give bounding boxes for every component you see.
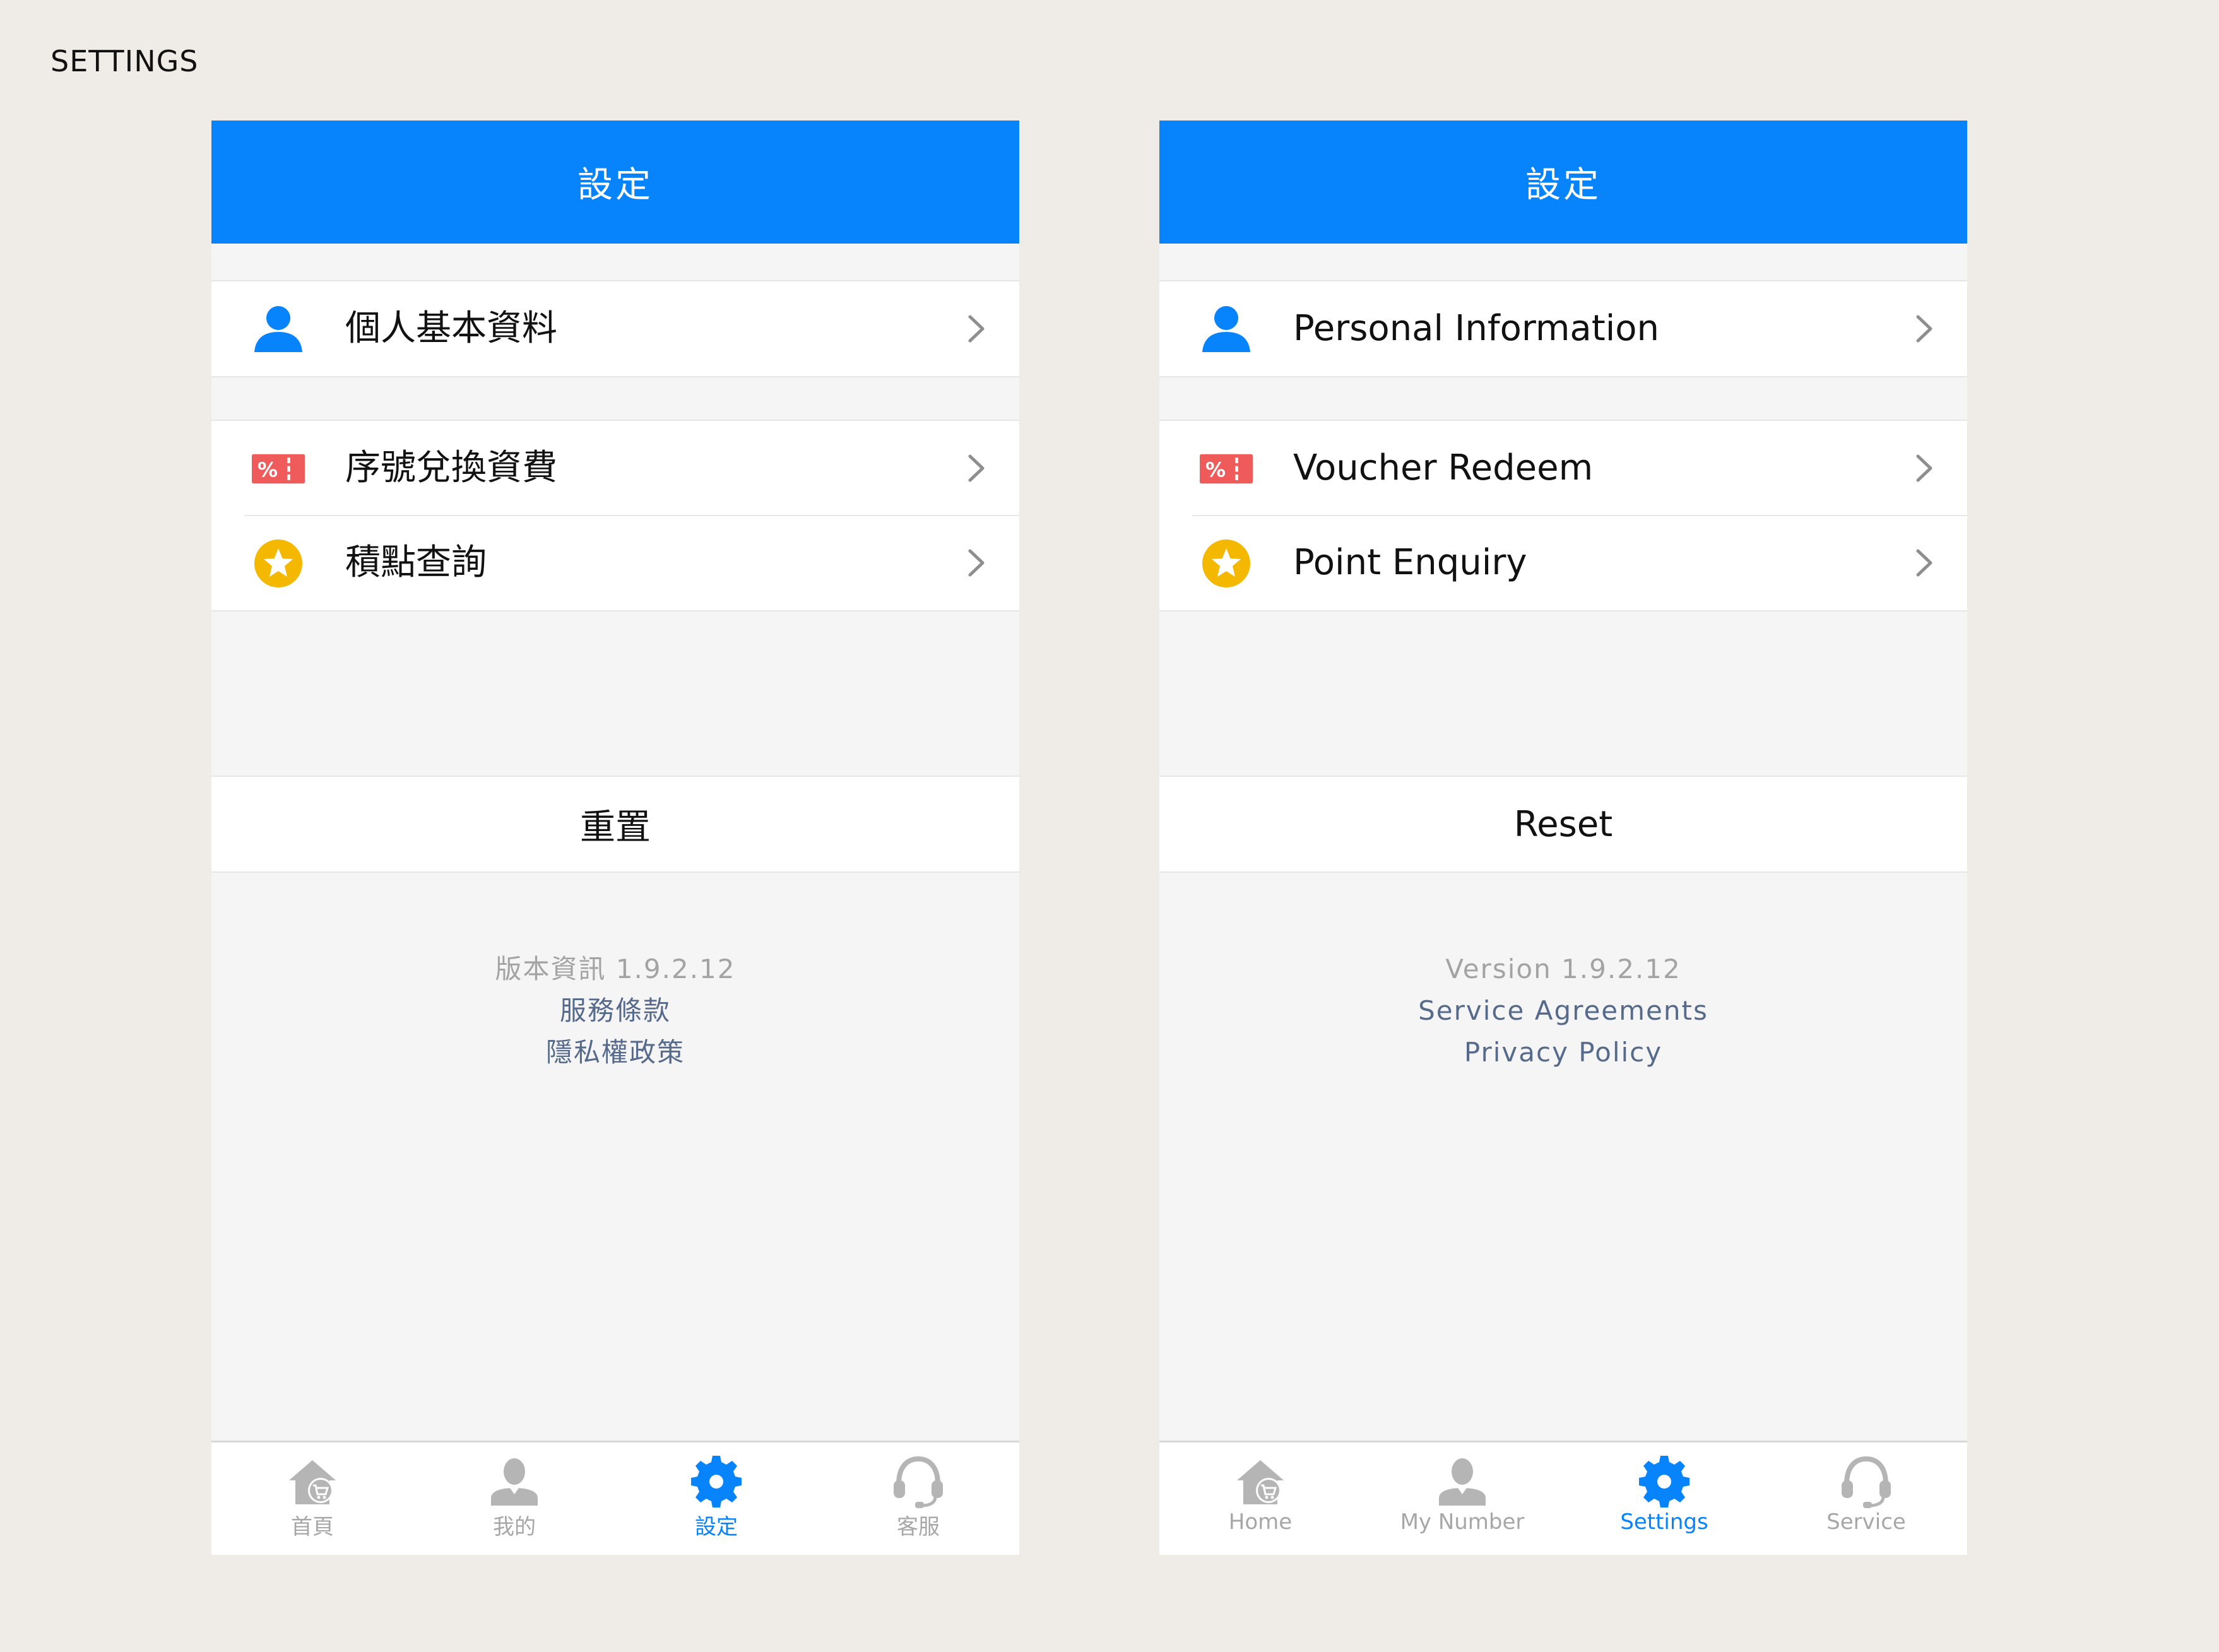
tab-my-number[interactable]: 我的 (413, 1443, 615, 1555)
version-text: 版本資訊 1.9.2.12 (495, 953, 736, 984)
voucher-icon: % (252, 444, 305, 494)
page-label: SETTINGS (50, 44, 199, 78)
tab-my-number-label: 我的 (493, 1514, 536, 1540)
app-info: 版本資訊 1.9.2.12 服務條款 隱私權政策 (211, 948, 1019, 1073)
settings-screen-en: 設定 Personal Information % Voucher Redeem… (1159, 121, 1967, 1555)
tab-settings[interactable]: 設定 (615, 1443, 817, 1555)
profile-group: Personal Information (1159, 280, 1967, 377)
chevron-right-icon (1916, 315, 1932, 343)
voucher-redeem-label: Voucher Redeem (1293, 447, 1594, 488)
voucher-redeem-row[interactable]: % Voucher Redeem (1159, 421, 1967, 516)
tab-settings-label: Settings (1620, 1509, 1708, 1535)
tab-my-number-label: My Number (1400, 1509, 1525, 1535)
tab-home[interactable]: 首頁 (211, 1443, 413, 1555)
point-enquiry-label: 積點查詢 (345, 542, 487, 583)
gear-icon (1639, 1456, 1689, 1507)
service-agreements-link[interactable]: Service Agreements (1159, 990, 1967, 1032)
chevron-right-icon (1916, 454, 1932, 482)
reset-button[interactable]: 重置 (211, 776, 1019, 873)
point-enquiry-label: Point Enquiry (1293, 542, 1527, 583)
star-icon (252, 538, 305, 589)
privacy-policy-link[interactable]: 隱私權政策 (211, 1032, 1019, 1073)
tab-service[interactable]: Service (1765, 1443, 1967, 1555)
voucher-redeem-label: 序號兌換資費 (345, 447, 557, 488)
point-enquiry-row[interactable]: 積點查詢 (211, 515, 1019, 610)
tab-bar: Home My Number Settings Service (1159, 1441, 1967, 1555)
home-cart-icon (1237, 1460, 1284, 1504)
chevron-right-icon (968, 454, 985, 482)
nav-bar: 設定 (211, 121, 1019, 244)
nav-title: 設定 (577, 165, 653, 206)
chevron-right-icon (968, 549, 985, 577)
chevron-right-icon (968, 315, 985, 343)
personal-info-row[interactable]: 個人基本資料 (211, 281, 1019, 376)
privacy-policy-link[interactable]: Privacy Policy (1159, 1032, 1967, 1073)
chevron-right-icon (1916, 549, 1932, 577)
headset-icon (894, 1456, 943, 1508)
rewards-group: % Voucher Redeem Point Enquiry (1159, 420, 1967, 611)
tab-my-number[interactable]: My Number (1361, 1443, 1563, 1555)
gear-icon (691, 1456, 742, 1507)
tab-settings[interactable]: Settings (1563, 1443, 1765, 1555)
person-icon (1200, 304, 1253, 355)
personal-info-row[interactable]: Personal Information (1159, 281, 1967, 376)
service-agreements-link[interactable]: 服務條款 (211, 990, 1019, 1032)
tab-bar: 首頁 我的 設定 客服 (211, 1441, 1019, 1555)
tab-home-label: Home (1228, 1509, 1293, 1535)
home-cart-icon (289, 1460, 336, 1504)
personal-info-label: 個人基本資料 (345, 308, 557, 349)
star-icon (1200, 538, 1253, 589)
point-enquiry-row[interactable]: Point Enquiry (1159, 515, 1967, 610)
nav-bar: 設定 (1159, 121, 1967, 244)
tab-settings-label: 設定 (695, 1514, 738, 1540)
profile-group: 個人基本資料 (211, 280, 1019, 377)
tab-home[interactable]: Home (1159, 1443, 1361, 1555)
tab-service-label: 客服 (897, 1514, 940, 1540)
app-info: Version 1.9.2.12 Service Agreements Priv… (1159, 948, 1967, 1073)
nav-title: 設定 (1525, 165, 1601, 206)
reset-button[interactable]: Reset (1159, 776, 1967, 873)
user-icon (1439, 1458, 1486, 1506)
headset-icon (1842, 1456, 1891, 1508)
personal-info-label: Personal Information (1293, 308, 1660, 349)
tab-home-label: 首頁 (291, 1514, 334, 1540)
user-icon (491, 1458, 538, 1506)
person-icon (252, 304, 305, 355)
tab-service[interactable]: 客服 (817, 1443, 1019, 1555)
svg-text:%: % (1205, 458, 1226, 482)
rewards-group: % 序號兌換資費 積點查詢 (211, 420, 1019, 611)
voucher-icon: % (1200, 444, 1253, 494)
settings-screen-zh: 設定 個人基本資料 % 序號兌換資費 積點查詢 重置 版本資訊 1.9.2.12… (211, 121, 1019, 1555)
version-text: Version 1.9.2.12 (1445, 953, 1681, 984)
tab-service-label: Service (1826, 1509, 1906, 1535)
svg-text:%: % (257, 458, 278, 482)
voucher-redeem-row[interactable]: % 序號兌換資費 (211, 421, 1019, 516)
